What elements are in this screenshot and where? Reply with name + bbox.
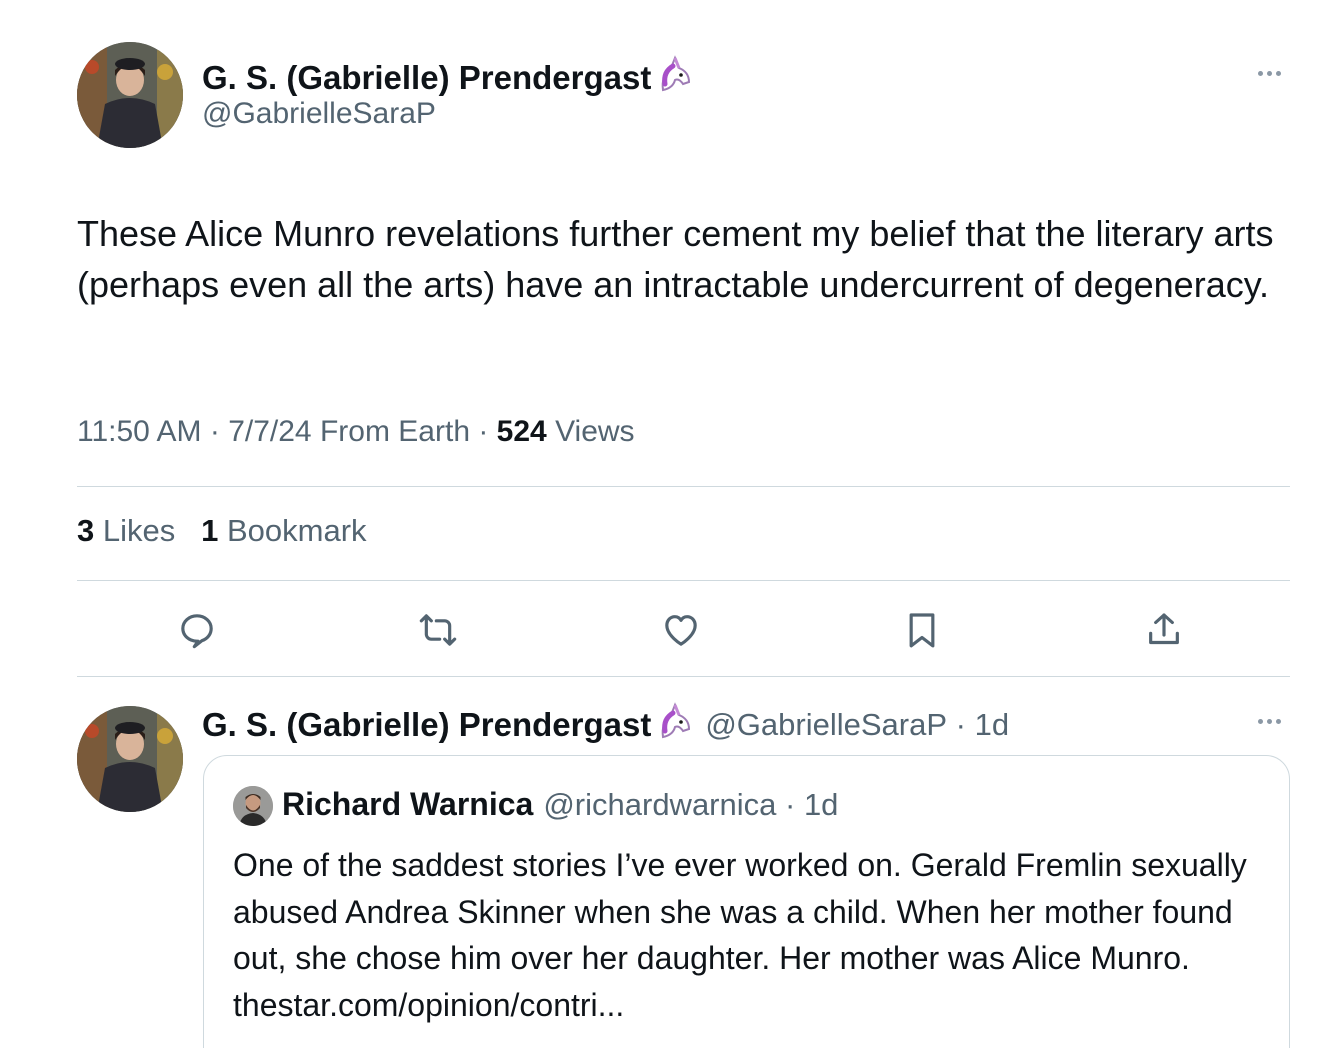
author-display-name[interactable]: G. S. (Gabrielle) Prendergast [202,59,651,97]
profile-photo [77,706,183,812]
likes-stat[interactable]: 3 Likes [77,513,175,548]
bookmarks-label: Bookmark [226,513,367,548]
quoted-tweet-text: One of the saddest stories I’ve ever wor… [233,847,1247,1023]
reply-author-line[interactable]: G. S. (Gabrielle) Prendergast @Gabrielle… [202,701,1009,749]
like-button[interactable] [659,608,703,652]
unicorn-icon [655,54,695,102]
reply-author-handle[interactable]: @GabrielleSaraP [705,707,947,743]
more-options-icon[interactable] [1258,719,1281,724]
bookmark-button[interactable] [900,608,944,652]
quoted-author-display-name: Richard Warnica [282,786,534,822]
tweet-metadata: 11:50 AM · 7/7/24 From Earth · 524 Views [77,415,635,449]
divider [77,676,1290,677]
profile-photo [77,42,183,148]
tweet-time[interactable]: 11:50 AM [77,415,202,448]
time-separator: · [947,707,975,742]
tweet-text: These Alice Munro revelations further ce… [77,213,1274,305]
more-options-icon[interactable] [1258,71,1281,76]
tweet-date[interactable]: 7/7/24 [228,415,311,448]
reply-button[interactable] [175,608,219,652]
author-avatar[interactable] [77,42,183,148]
likes-label: Likes [102,513,176,548]
bookmark-icon [909,613,935,648]
retweet-button[interactable] [416,608,460,652]
share-button[interactable] [1142,608,1186,652]
reply-time-ago[interactable]: 1d [975,707,1009,743]
share-icon [1149,613,1179,645]
time-separator: · [776,786,804,822]
likes-count: 3 [77,513,95,548]
bookmarks-stat[interactable]: 1 Bookmark [201,513,366,548]
views-count: 524 [496,415,547,448]
author-name-line[interactable]: G. S. (Gabrielle) Prendergast [202,54,695,102]
quoted-time-ago: 1d [803,786,839,822]
profile-photo [233,786,273,826]
divider [77,580,1290,581]
reply-author-avatar[interactable] [77,706,183,812]
quoted-author-avatar [233,786,273,826]
reply-icon [181,614,213,649]
tweet-source: From Earth [319,415,470,448]
views-label: Views [555,415,635,448]
author-handle-line[interactable]: @GabrielleSaraP [202,97,436,131]
reply-author-display-name[interactable]: G. S. (Gabrielle) Prendergast [202,706,651,744]
like-icon [665,615,697,646]
quoted-author-line: Richard Warnica @richardwarnica · 1d [282,786,838,823]
author-handle[interactable]: @GabrielleSaraP [202,97,436,131]
quoted-author-handle: @richardwarnica [543,786,777,822]
retweet-icon [419,614,457,646]
divider [77,486,1290,487]
engagement-stats: 3 Likes 1 Bookmark [77,513,367,549]
meta-separator: · [209,415,229,448]
bookmarks-count: 1 [201,513,219,548]
unicorn-icon [655,701,695,749]
meta-separator: · [478,415,497,448]
